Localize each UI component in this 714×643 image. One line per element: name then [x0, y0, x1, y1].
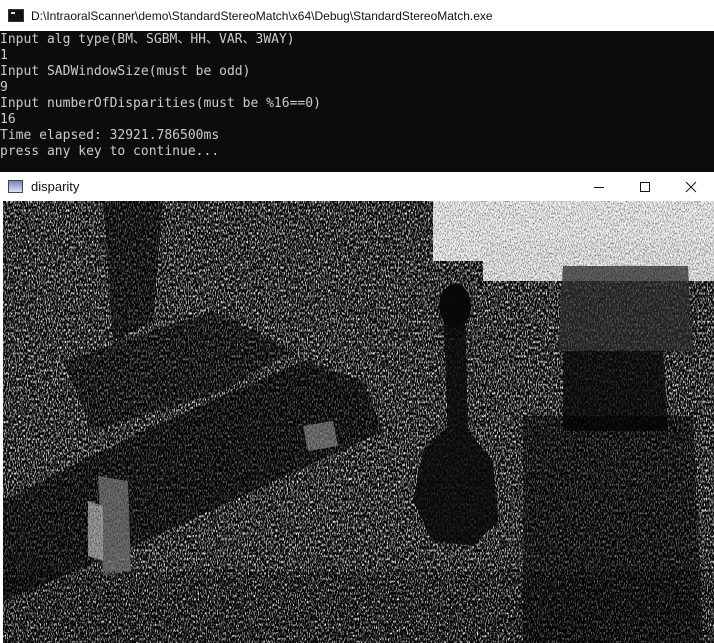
console-line: 1 [0, 48, 8, 63]
maximize-button[interactable] [622, 172, 668, 201]
disparity-window-title: disparity [31, 179, 80, 194]
console-line: Input SADWindowSize(must be odd) [0, 64, 251, 79]
console-line: Input numberOfDisparities(must be %16==0… [0, 96, 321, 111]
console-output: Input alg type(BM、SGBM、HH、VAR、3WAY) 1 In… [0, 31, 714, 160]
console-line: 9 [0, 80, 8, 95]
console-line: 16 [0, 112, 16, 127]
minimize-button[interactable] [576, 172, 622, 201]
console-title: D:\IntraoralScanner\demo\StandardStereoM… [31, 8, 493, 23]
maximize-icon [640, 181, 650, 192]
close-button[interactable] [668, 172, 714, 201]
console-line: Time elapsed: 32921.786500ms [0, 128, 220, 143]
disparity-map [3, 201, 714, 643]
minimize-icon [594, 186, 604, 188]
console-app-icon [8, 9, 24, 22]
disparity-titlebar[interactable]: disparity [0, 172, 714, 201]
disparity-window: disparity [0, 172, 714, 643]
close-icon [685, 181, 697, 192]
console-window: D:\IntraoralScanner\demo\StandardStereoM… [0, 0, 714, 172]
console-titlebar[interactable]: D:\IntraoralScanner\demo\StandardStereoM… [0, 0, 714, 31]
disparity-image [3, 201, 714, 643]
console-line: Input alg type(BM、SGBM、HH、VAR、3WAY) [0, 32, 295, 47]
image-window-icon [8, 180, 23, 193]
console-line: press any key to continue... [0, 144, 220, 159]
window-controls [576, 172, 714, 201]
